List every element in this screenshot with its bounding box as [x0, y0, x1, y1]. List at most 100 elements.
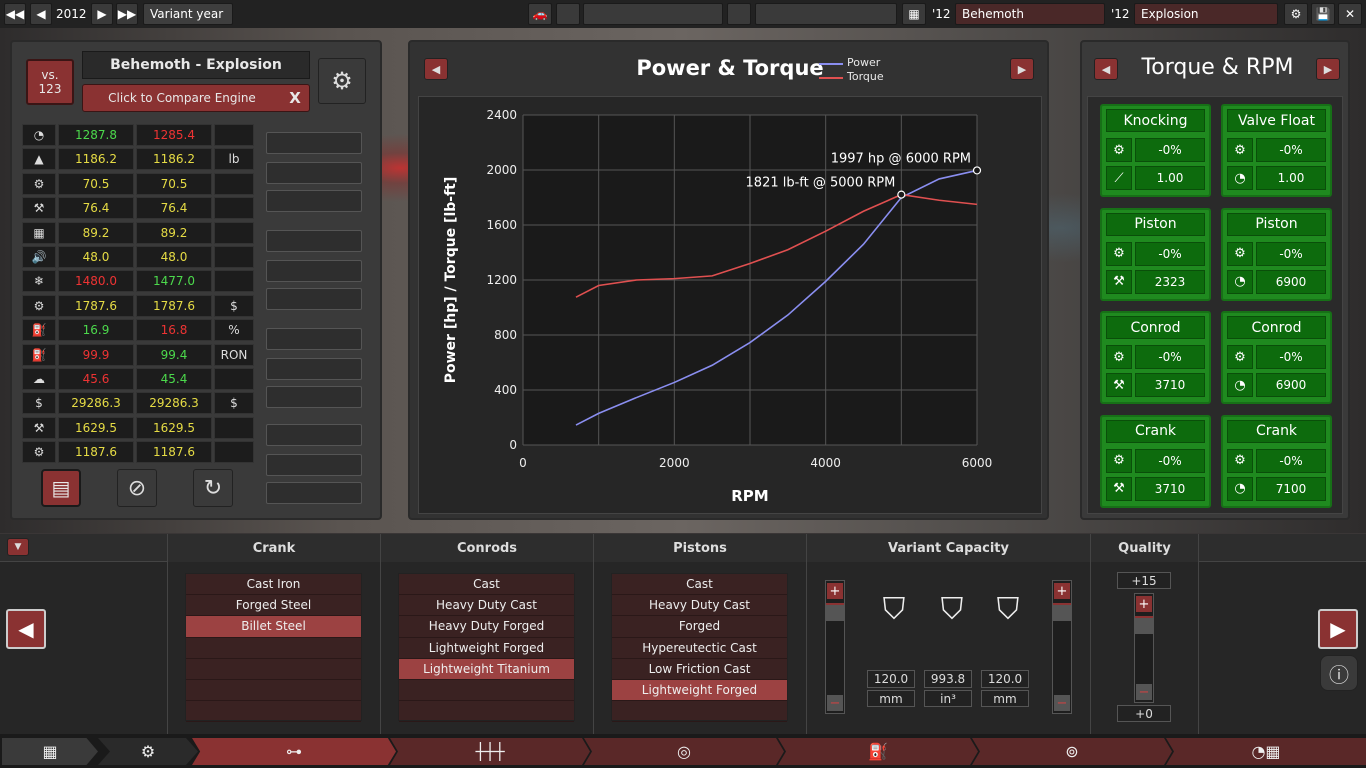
stat-compare-value: 1187.6	[136, 441, 212, 464]
list-item[interactable]: Heavy Duty Forged	[399, 616, 574, 638]
slider-handle[interactable]	[1053, 603, 1071, 621]
stat-compare-value: 45.4	[136, 368, 212, 390]
list-item[interactable]: Lightweight Forged	[612, 679, 787, 702]
stress-card: Crank ⚙ -0% ⚒ 3710	[1100, 414, 1211, 508]
stat-current-value: 1480.0	[58, 270, 134, 293]
displacement-piston-icon: ⛉	[940, 592, 964, 627]
decrease-icon[interactable]: −	[1054, 695, 1070, 711]
save-icon[interactable]: 💾	[1311, 3, 1335, 25]
tab-engine-parts[interactable]: ⚙	[98, 738, 198, 765]
warning-icon[interactable]: ⓘ	[1320, 655, 1358, 691]
slot-button-2[interactable]	[727, 3, 751, 25]
capacity-right-slider[interactable]: + −	[1052, 580, 1072, 714]
list-item[interactable]: Heavy Duty Cast	[399, 595, 574, 617]
stat-current-value: 99.9	[58, 343, 134, 366]
right-prev-button[interactable]: ◀	[1094, 58, 1118, 80]
stress-card: Valve Float ⚙ -0% ◔ 1.00	[1221, 104, 1332, 197]
tab-bottom-end[interactable]: ⊶	[192, 738, 396, 765]
list-item[interactable]: Forged Steel	[186, 595, 361, 617]
pistons-header: Pistons	[593, 534, 806, 562]
list-item[interactable]: Cast	[399, 574, 574, 596]
variant-year-label: Variant year	[143, 3, 233, 25]
list-item[interactable]: Lightweight Forged	[399, 638, 574, 659]
settings-gear-icon[interactable]: ⚙	[1284, 3, 1308, 25]
back-arrow-button[interactable]: ◀	[6, 609, 46, 649]
close-icon[interactable]: ✕	[1338, 3, 1362, 25]
list-item[interactable]: Cast	[612, 574, 787, 596]
chart-next-button[interactable]: ▶	[1010, 58, 1034, 80]
tab-exhaust[interactable]: ⊚	[972, 738, 1172, 765]
decrease-icon[interactable]: −	[1136, 684, 1152, 700]
list-item	[399, 680, 574, 702]
anvil-icon: ⚒	[22, 416, 56, 439]
compare-engine-button[interactable]: Click to Compare Engine X	[82, 84, 310, 112]
chart-prev-button[interactable]: ◀	[424, 58, 448, 80]
engine-title: Behemoth - Explosion	[82, 51, 310, 79]
cancel-icon[interactable]: ⊘	[117, 469, 157, 507]
bore-value: 120.0	[867, 670, 915, 688]
next-year-button[interactable]: ▶	[91, 3, 113, 25]
last-year-button[interactable]: ▶▶	[116, 3, 138, 25]
slot-field[interactable]	[583, 3, 723, 25]
list-item[interactable]: Forged	[612, 616, 787, 638]
tab-engine-block[interactable]: ▦	[2, 738, 98, 765]
forward-arrow-button[interactable]: ▶	[1318, 609, 1358, 649]
year-display: 2012	[53, 3, 89, 25]
card-percent: -0%	[1135, 448, 1205, 473]
y-tick-label: 400	[494, 383, 517, 397]
list-item[interactable]: Low Friction Cast	[612, 659, 787, 680]
camshaft-icon: ┼┼┼	[475, 742, 505, 761]
car-icon[interactable]: 🚗	[528, 3, 552, 25]
engine-block-icon[interactable]: ▦	[902, 3, 926, 25]
stat-current-value: 89.2	[58, 221, 134, 244]
fuel-pump-icon: ⛽	[22, 343, 56, 366]
stroke-value: 120.0	[981, 670, 1029, 688]
slot-field-2[interactable]	[755, 3, 897, 25]
tab-fuel[interactable]: ⛽	[778, 738, 978, 765]
first-year-button[interactable]: ◀◀	[4, 3, 26, 25]
engine-parts-icon[interactable]: ⚙	[318, 58, 366, 104]
slider-handle[interactable]	[826, 603, 844, 621]
decrease-icon[interactable]: −	[827, 695, 843, 711]
list-item[interactable]: Billet Steel	[186, 616, 361, 638]
list-item[interactable]: Heavy Duty Cast	[612, 595, 787, 617]
right-model-name[interactable]: Explosion	[1134, 3, 1278, 25]
y-tick-label: 800	[494, 328, 517, 342]
card-percent: -0%	[1256, 241, 1326, 266]
slider-handle[interactable]	[1135, 616, 1153, 634]
engine-smooth-icon: ⚙	[1227, 448, 1253, 473]
displacement-value: 993.8	[924, 670, 972, 688]
compare-close-icon[interactable]: X	[281, 89, 309, 107]
collapse-button[interactable]: ▼	[7, 538, 29, 556]
increase-icon[interactable]: +	[827, 583, 843, 599]
increase-icon[interactable]: +	[1054, 583, 1070, 599]
list-item[interactable]: Cast Iron	[186, 574, 361, 596]
stat-current-value: 76.4	[58, 197, 134, 220]
prev-year-button[interactable]: ◀	[30, 3, 52, 25]
capacity-left-slider[interactable]: + −	[825, 580, 845, 714]
report-icon[interactable]: ▤	[41, 469, 81, 507]
engine-parts-icon: ⚙	[140, 742, 156, 761]
card-value: 2323	[1135, 269, 1205, 294]
card-percent: -0%	[1135, 241, 1205, 266]
tab-top-end[interactable]: ┼┼┼	[390, 738, 590, 765]
card-value: 3710	[1135, 373, 1205, 397]
quality-slider[interactable]: + −	[1134, 593, 1154, 703]
stat-current-value: 29286.3	[58, 392, 134, 415]
reset-icon[interactable]: ↻	[193, 469, 233, 507]
slot-button-1[interactable]	[556, 3, 580, 25]
crank-list: Cast Iron Forged Steel Billet Steel	[185, 573, 362, 723]
list-item	[399, 701, 574, 723]
tab-aspiration[interactable]: ◎	[584, 738, 784, 765]
stat-unit	[214, 270, 254, 293]
list-item[interactable]: Hypereutectic Cast	[612, 638, 787, 659]
tab-test[interactable]: ◔▦	[1166, 738, 1366, 765]
displacement-unit: in³	[924, 690, 972, 707]
right-next-button[interactable]: ▶	[1316, 58, 1340, 80]
list-item[interactable]: Lightweight Titanium	[399, 658, 574, 680]
vs-button[interactable]: vs. 123	[26, 59, 74, 105]
increase-icon[interactable]: +	[1136, 596, 1152, 612]
bore-piston-icon: ⛉	[882, 592, 906, 627]
stat-unit	[214, 441, 254, 464]
left-model-name[interactable]: Behemoth	[955, 3, 1105, 25]
